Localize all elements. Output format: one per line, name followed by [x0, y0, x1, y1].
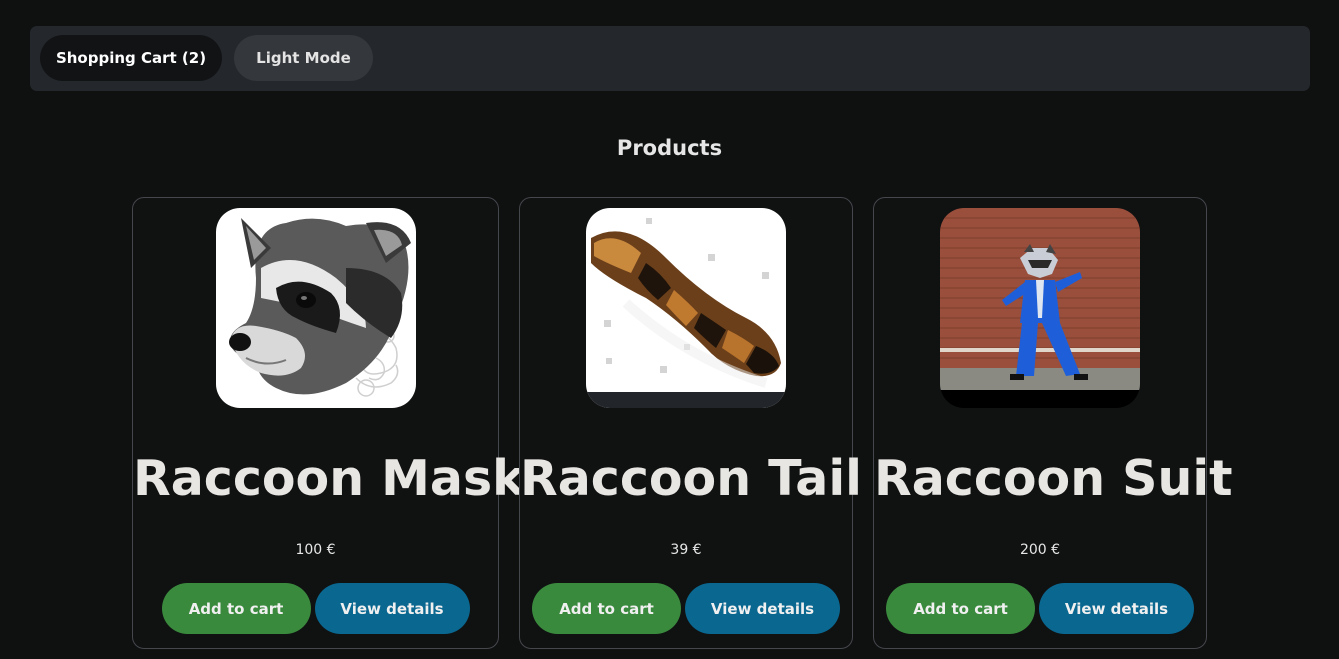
product-actions: Add to cart View details — [133, 583, 498, 634]
raccoon-mask-image — [215, 208, 416, 408]
shopping-cart-button[interactable]: Shopping Cart (2) — [40, 35, 222, 81]
add-to-cart-button[interactable]: Add to cart — [532, 583, 681, 634]
light-mode-toggle-button[interactable]: Light Mode — [234, 35, 373, 81]
product-actions: Add to cart View details — [874, 583, 1206, 634]
raccoon-suit-image — [940, 208, 1140, 408]
raccoon-tail-image — [586, 208, 786, 408]
add-to-cart-button[interactable]: Add to cart — [161, 583, 311, 634]
top-nav-bar: Shopping Cart (2) Light Mode — [30, 26, 1310, 91]
product-price: 100 € — [295, 542, 336, 558]
view-details-button[interactable]: View details — [685, 583, 840, 634]
products-heading: Products — [616, 136, 723, 160]
product-name: Raccoon Tail — [520, 450, 862, 507]
product-card: Raccoon Mask 100 € Add to cart View deta… — [132, 197, 525, 649]
product-price: 200 € — [1019, 542, 1061, 558]
product-card: Raccoon Tail 39 € Add to cart View detai… — [519, 197, 862, 649]
product-card: Raccoon Suit 200 € Add to cart View deta… — [873, 197, 1233, 649]
product-price: 39 € — [670, 542, 702, 558]
product-name: Raccoon Mask — [133, 450, 525, 507]
view-details-button[interactable]: View details — [314, 583, 470, 634]
product-name: Raccoon Suit — [874, 450, 1233, 507]
product-actions: Add to cart View details — [520, 583, 852, 634]
view-details-button[interactable]: View details — [1039, 583, 1194, 634]
add-to-cart-button[interactable]: Add to cart — [886, 583, 1035, 634]
